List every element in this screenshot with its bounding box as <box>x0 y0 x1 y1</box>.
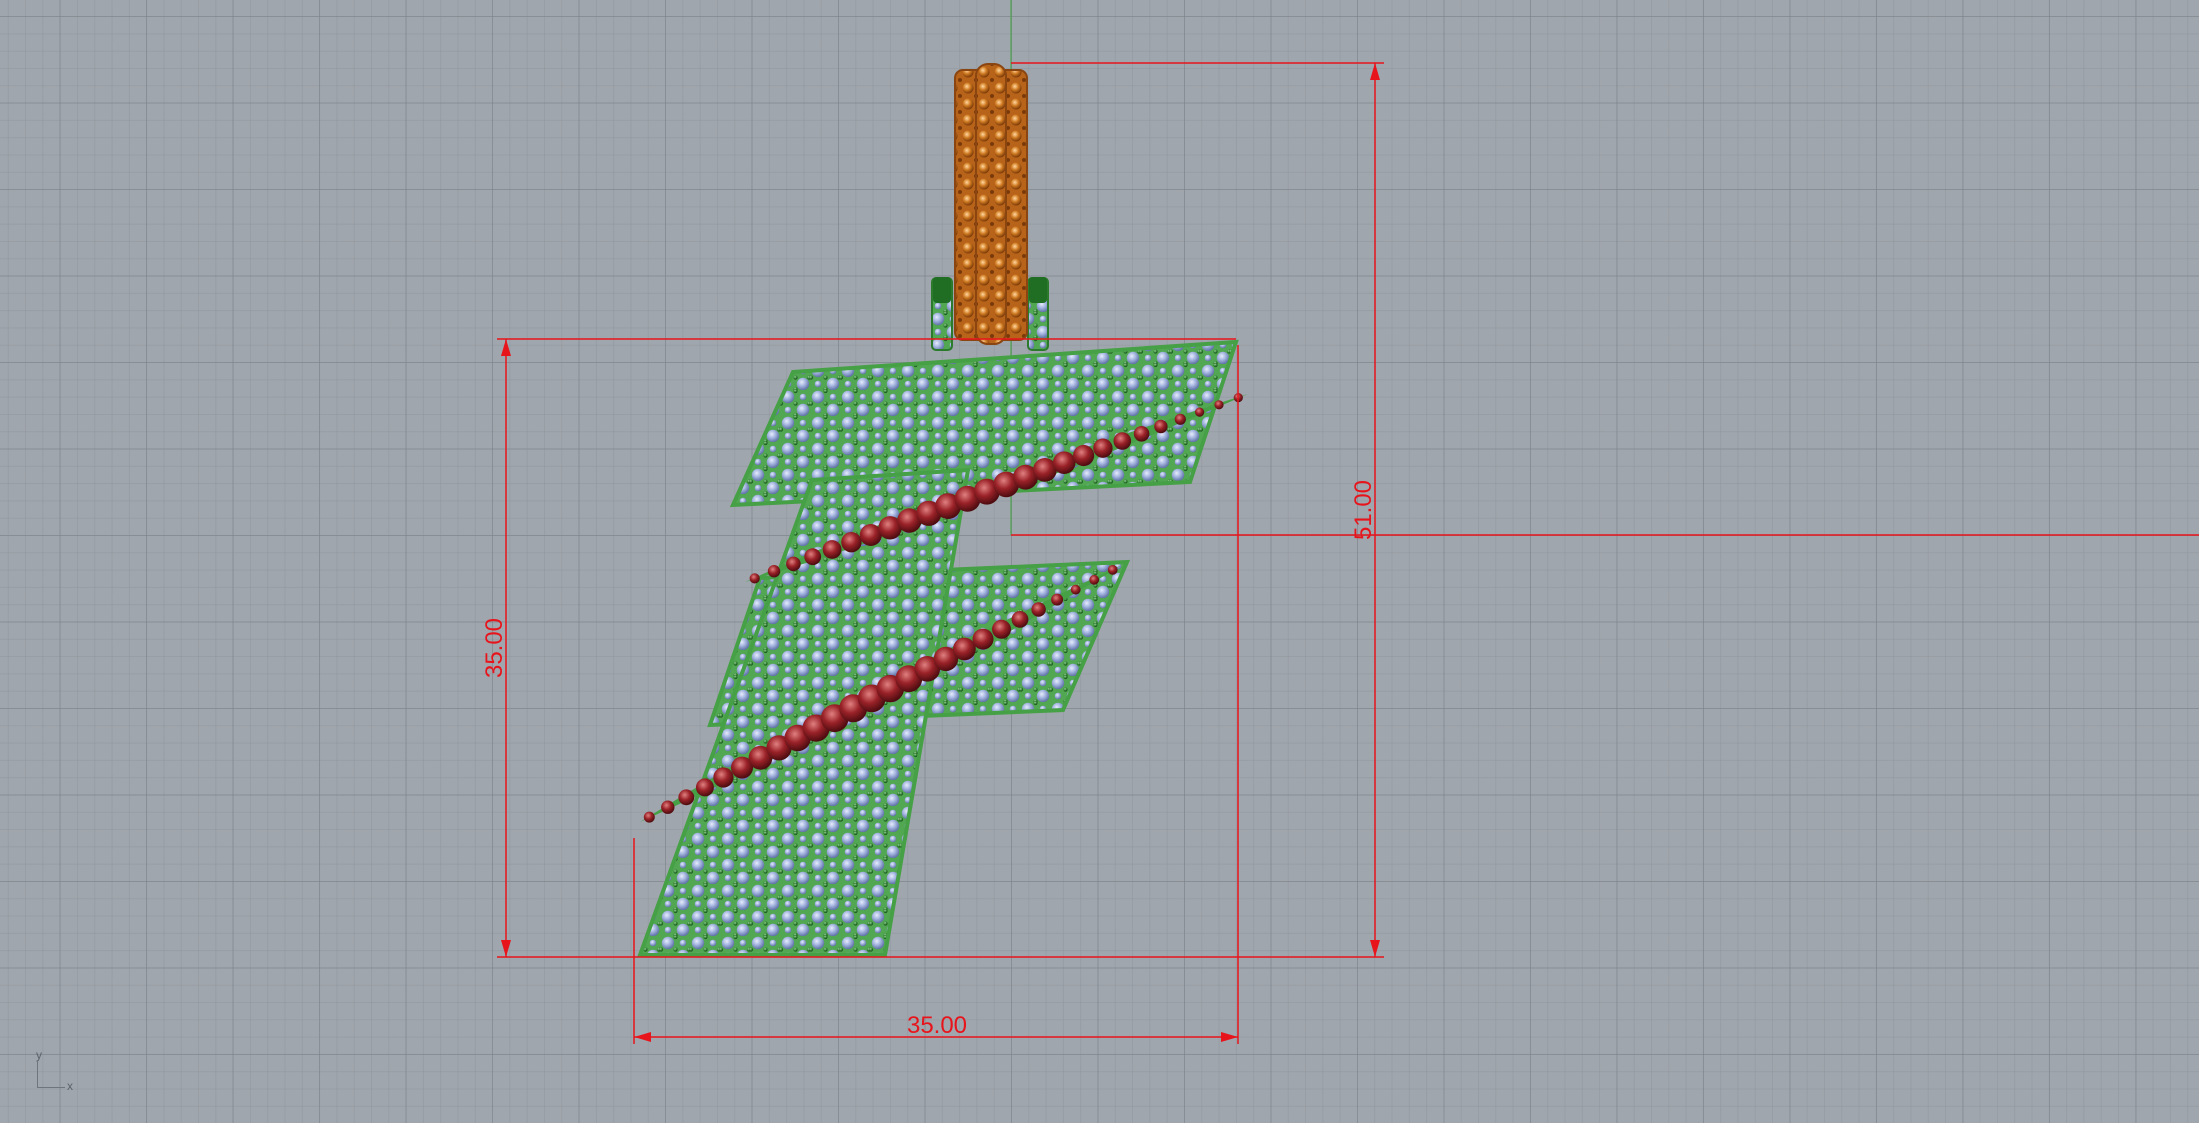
ruby-stone <box>661 800 675 814</box>
ruby-stone <box>1051 593 1064 606</box>
ruby-stone <box>1093 438 1113 458</box>
ruby-stone <box>1214 400 1224 410</box>
ruby-stone <box>695 778 714 797</box>
ruby-stone <box>822 540 842 559</box>
ruby-stone <box>678 789 695 806</box>
ruby-stone <box>643 811 655 823</box>
axis-x-line <box>37 1087 65 1088</box>
ruby-stone <box>1011 611 1029 628</box>
ruby-stone <box>992 619 1011 639</box>
dimension-height-left-label: 35.00 <box>481 618 508 678</box>
ruby-stone <box>841 532 862 553</box>
ruby-stone <box>953 637 976 661</box>
axis-indicator: y x <box>34 1048 84 1093</box>
ruby-stone <box>1073 444 1095 467</box>
pendant-model[interactable] <box>637 63 1248 957</box>
pendant-stem <box>637 467 971 957</box>
model-canvas[interactable]: 35.00 35.00 51.00 <box>0 0 2199 1123</box>
bail-center-stones <box>975 63 1007 345</box>
dimension-width-bottom-label: 35.00 <box>907 1012 967 1039</box>
ruby-stone <box>749 573 760 584</box>
ruby-stone <box>786 556 801 572</box>
ruby-stone <box>1107 565 1118 575</box>
ruby-stone <box>1195 407 1205 417</box>
ruby-stone <box>972 628 994 650</box>
axis-y-line <box>37 1060 38 1088</box>
ruby-stone <box>1174 413 1186 425</box>
ruby-stone <box>1133 426 1150 442</box>
dimension-height-total-label: 51.00 <box>1350 480 1377 540</box>
ruby-stone <box>767 565 781 578</box>
bail-connector-cap-left <box>933 277 951 303</box>
ruby-stone <box>804 548 822 566</box>
ruby-stone <box>1031 602 1046 617</box>
ruby-stone <box>1154 419 1168 434</box>
ruby-stone <box>713 767 734 788</box>
ruby-stone <box>1070 584 1081 595</box>
ruby-stone <box>1113 432 1132 450</box>
ruby-stone <box>1052 451 1076 475</box>
viewport-top[interactable]: 35.00 35.00 51.00 y x <box>0 0 2199 1123</box>
axis-x-label: x <box>67 1079 73 1093</box>
bail-connector-cap-right <box>1029 277 1047 303</box>
ruby-stone <box>1089 574 1100 585</box>
